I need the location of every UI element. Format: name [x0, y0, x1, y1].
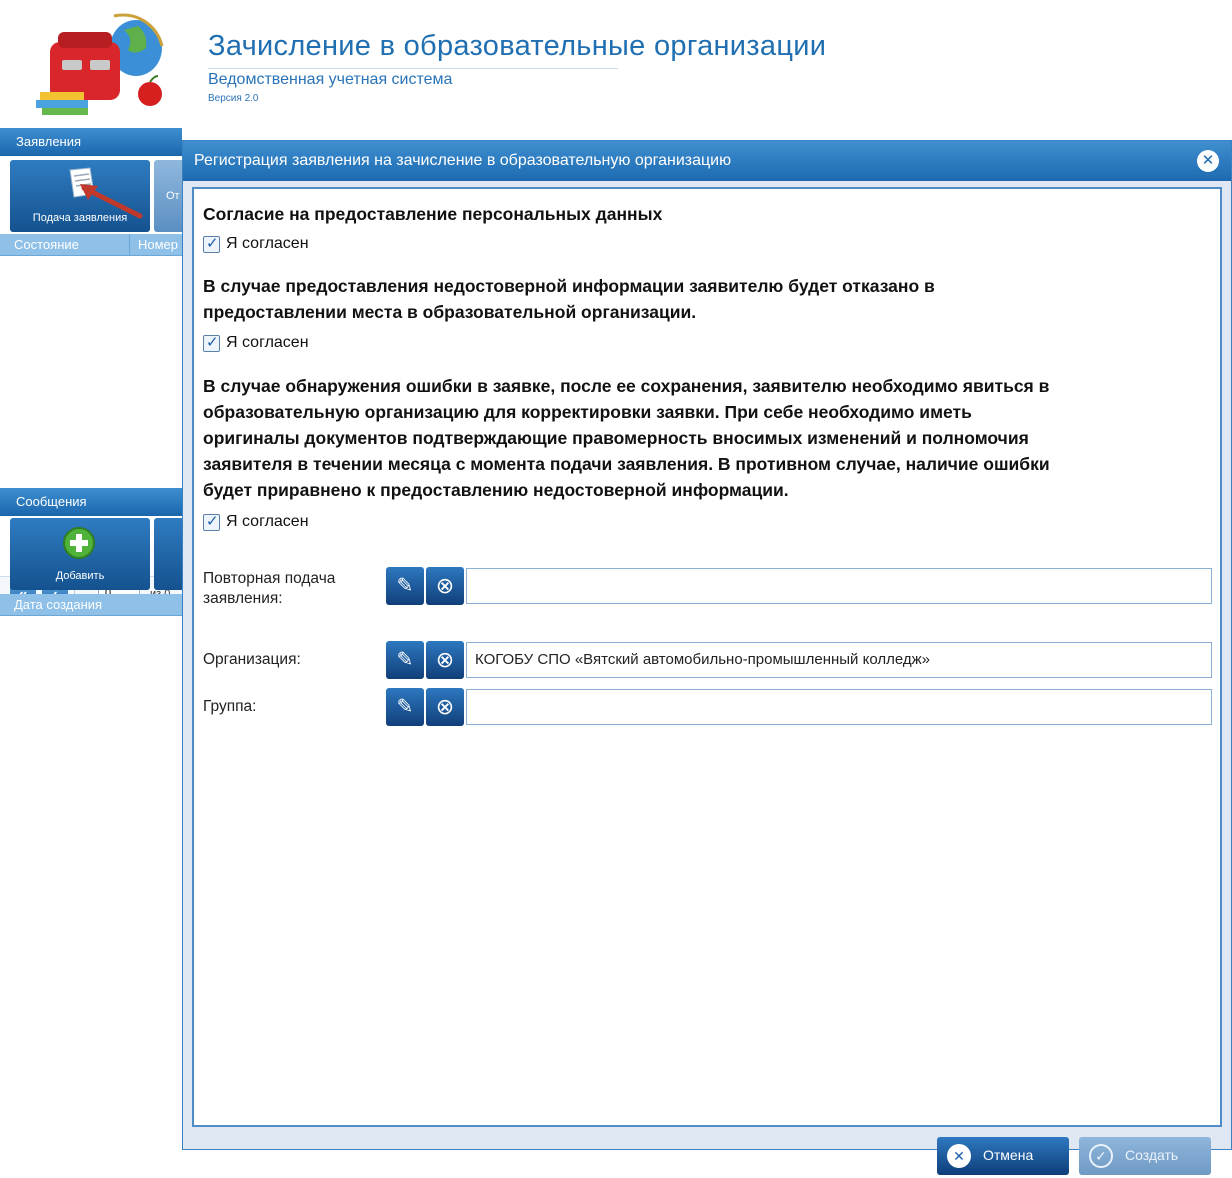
clear-icon[interactable]: ⊗	[426, 567, 464, 605]
app-title: Зачисление в образовательные организации	[208, 30, 827, 62]
cancel-button-label: Отмена	[983, 1147, 1034, 1163]
messages-grid-header: Дата создания	[0, 594, 182, 616]
error-notice-line1: В случае обнаружения ошибки в заявке, по…	[203, 376, 1050, 396]
applications-grid-header: Состояние Номер	[0, 234, 182, 256]
consent-label: Я согласен	[226, 513, 309, 530]
second-panel-button-label: От	[166, 190, 180, 202]
edit-icon[interactable]: ✎	[386, 567, 424, 605]
consent-label: Я согласен	[226, 235, 309, 252]
organization-input[interactable]: КОГОБУ СПО «Вятский автомобильно-промышл…	[466, 642, 1212, 678]
false-info-warning-line1: В случае предоставления недостоверной ин…	[203, 276, 935, 296]
modal-body: Согласие на предоставление персональных …	[192, 187, 1222, 1127]
organization-label: Организация:	[203, 651, 301, 668]
applications-panel-header: Заявления	[0, 128, 182, 156]
app-version: Версия 2.0	[208, 93, 259, 104]
add-message-label: Добавить	[55, 570, 105, 582]
close-icon[interactable]: ✕	[1197, 150, 1219, 172]
modal-title: Регистрация заявления на зачисление в об…	[194, 152, 732, 169]
submit-application-label: Подача заявления	[32, 212, 128, 224]
error-notice-line2: образовательную организацию для корректи…	[203, 402, 972, 422]
consent-checkbox-1[interactable]: Я согласен	[203, 234, 309, 257]
error-notice-line3: оригиналы документов подтверждающие прав…	[203, 428, 1029, 448]
repeat-submission-label-line1: Повторная подача	[203, 570, 336, 587]
checkbox-checked-icon[interactable]	[203, 333, 220, 352]
repeat-submission-label-line2: заявления:	[203, 590, 283, 607]
column-divider	[129, 234, 130, 256]
false-info-warning-line2: предоставлении места в образовательной о…	[203, 302, 697, 322]
title-divider	[208, 68, 618, 69]
consent-checkbox-2[interactable]: Я согласен	[203, 333, 309, 356]
create-button-label: Создать	[1125, 1147, 1179, 1163]
modal-title-bar: Регистрация заявления на зачисление в об…	[183, 141, 1231, 181]
consent-personal-data-title: Согласие на предоставление персональных …	[203, 204, 663, 224]
repeat-submission-label: Повторная подача заявления:	[203, 569, 335, 609]
messages-panel-header: Сообщения	[0, 488, 182, 516]
checkbox-checked-icon[interactable]	[203, 512, 220, 531]
checkbox-checked-icon[interactable]	[203, 234, 220, 253]
consent-checkbox-3[interactable]: Я согласен	[203, 512, 309, 535]
column-status[interactable]: Состояние	[14, 237, 79, 252]
app-header: Зачисление в образовательные организации…	[0, 0, 1232, 128]
submit-application-button[interactable]: Подача заявления	[10, 160, 150, 232]
second-message-button[interactable]	[154, 518, 184, 590]
left-panel: Заявления Подача заявления От Состояние …	[0, 128, 194, 1178]
error-notice-line5: будет приравнено к предоставлению недост…	[203, 480, 789, 500]
clear-icon[interactable]: ⊗	[426, 641, 464, 679]
add-message-button[interactable]: Добавить	[10, 518, 150, 590]
add-plus-icon	[63, 527, 95, 559]
create-button[interactable]: ✓ Создать	[1079, 1137, 1211, 1175]
group-input[interactable]	[466, 689, 1212, 725]
group-label: Группа:	[203, 698, 257, 715]
cancel-circle-icon: ✕	[947, 1144, 971, 1168]
checkmark-circle-icon: ✓	[1089, 1144, 1113, 1168]
cancel-button[interactable]: ✕ Отмена	[937, 1137, 1069, 1175]
error-notice-line4: заявителя в течении месяца с момента под…	[203, 454, 1050, 474]
app-subtitle: Ведомственная учетная система	[208, 71, 453, 88]
column-created-date[interactable]: Дата создания	[14, 597, 102, 612]
column-number[interactable]: Номер	[138, 237, 178, 252]
edit-icon[interactable]: ✎	[386, 688, 424, 726]
repeat-submission-input[interactable]	[466, 568, 1212, 604]
edit-icon[interactable]: ✎	[386, 641, 424, 679]
consent-label: Я согласен	[226, 334, 309, 351]
school-logo-icon	[36, 13, 164, 115]
registration-modal: Регистрация заявления на зачисление в об…	[182, 140, 1232, 1175]
clear-icon[interactable]: ⊗	[426, 688, 464, 726]
